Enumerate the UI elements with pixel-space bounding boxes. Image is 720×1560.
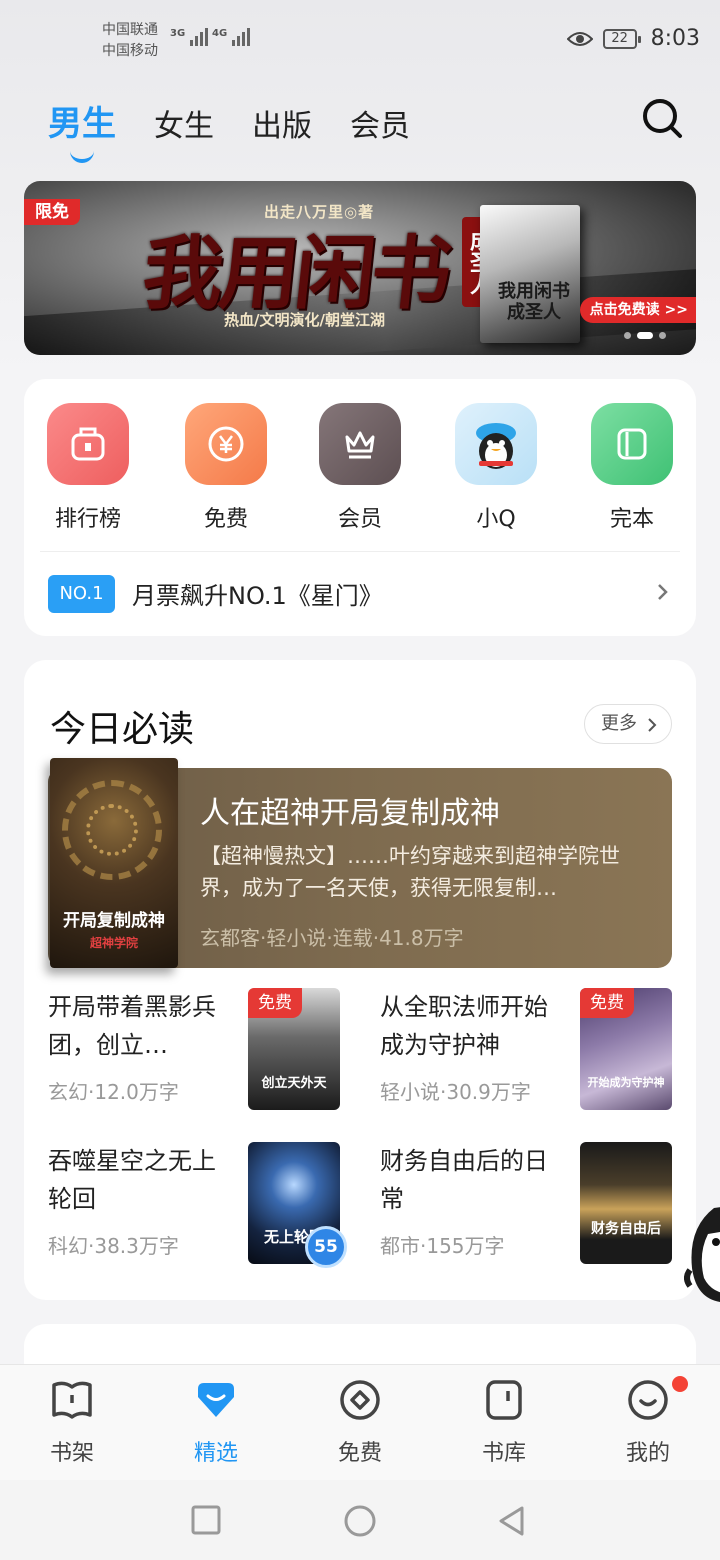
tab-female[interactable]: 女生 bbox=[154, 101, 214, 145]
nav-free[interactable]: 免费 bbox=[310, 1379, 410, 1467]
yen-coin-icon bbox=[185, 403, 267, 485]
banner-book-title: 我用闲书成圣人 bbox=[498, 281, 570, 323]
book-meta: 都市·155万字 bbox=[380, 1234, 505, 1258]
tab-vip[interactable]: 会员 bbox=[350, 101, 410, 145]
banner-title: 我用闲书 bbox=[138, 226, 453, 320]
free-badge: 免费 bbox=[248, 988, 302, 1018]
floating-penguin-icon[interactable] bbox=[684, 1198, 720, 1308]
featured-book-cover[interactable]: 开局复制成神 超神学院 bbox=[50, 758, 178, 968]
limited-free-tag: 限免 bbox=[24, 199, 80, 225]
ranking-notice[interactable]: NO.1 月票飙升NO.1《星门》 bbox=[40, 551, 680, 636]
book-icon bbox=[591, 403, 673, 485]
signal-2-icon: 4G bbox=[212, 28, 251, 46]
home-icon[interactable] bbox=[343, 1504, 377, 1538]
no1-badge: NO.1 bbox=[48, 575, 115, 613]
book-item[interactable]: 吞噬星空之无上轮回 科幻·38.3万字 无上轮回 bbox=[48, 1142, 348, 1266]
bookshelf-icon bbox=[52, 1381, 92, 1419]
book-title: 从全职法师开始成为守护神 bbox=[380, 993, 548, 1059]
entry-complete[interactable]: 完本 bbox=[582, 403, 682, 533]
tab-male[interactable]: 男生 bbox=[48, 96, 116, 163]
carousel-dots bbox=[624, 332, 666, 339]
battery-icon: 22 bbox=[602, 28, 641, 49]
recent-apps-icon[interactable] bbox=[190, 1504, 222, 1536]
chevron-right-icon bbox=[658, 584, 668, 600]
eye-comfort-icon bbox=[566, 31, 593, 46]
book-meta: 玄幻·12.0万字 bbox=[48, 1080, 179, 1104]
nav-featured[interactable]: 精选 bbox=[166, 1379, 266, 1467]
banner-author: 出走八万里◎著 bbox=[264, 203, 375, 221]
book-item[interactable]: 财务自由后的日常 都市·155万字 财务自由后 bbox=[380, 1142, 680, 1266]
free-badge: 免费 bbox=[580, 988, 634, 1018]
signal-1-icon: 3G bbox=[170, 28, 209, 46]
section-title: 今日必读 bbox=[50, 709, 195, 750]
book-title: 财务自由后的日常 bbox=[380, 1147, 548, 1213]
bottom-navigation: 书架 精选 免费 书库 我的 bbox=[0, 1364, 720, 1480]
nav-bookshelf[interactable]: 书架 bbox=[22, 1379, 122, 1467]
carrier-2: 中国移动 bbox=[102, 43, 158, 59]
discount-badge: 55 bbox=[305, 1226, 347, 1268]
read-free-button[interactable]: 点击免费读 >> bbox=[579, 297, 696, 323]
more-button[interactable]: 更多 bbox=[584, 704, 672, 744]
crown-icon bbox=[319, 403, 401, 485]
quick-entry-card: 排行榜 免费 会员 小Q 完本 NO.1 月票飙升NO.1《星门》 bbox=[24, 379, 696, 636]
carrier-1: 中国联通 bbox=[102, 22, 158, 38]
entry-free[interactable]: 免费 bbox=[176, 403, 276, 533]
library-icon bbox=[486, 1380, 522, 1420]
penguin-icon bbox=[455, 403, 537, 485]
chevron-right-icon bbox=[648, 718, 657, 732]
network-type-1: 3G bbox=[170, 28, 186, 39]
featured-book-title: 人在超神开局复制成神 bbox=[200, 796, 500, 831]
entry-ranking[interactable]: 排行榜 bbox=[38, 403, 138, 533]
nav-profile[interactable]: 我的 bbox=[598, 1379, 698, 1467]
entry-vip[interactable]: 会员 bbox=[310, 403, 410, 533]
free-target-icon bbox=[340, 1380, 380, 1420]
nav-library[interactable]: 书库 bbox=[454, 1379, 554, 1467]
promo-banner[interactable]: 限免 我用闲书 出走八万里◎著 成圣人 热血/文明演化/朝堂江湖 我用闲书成圣人… bbox=[24, 181, 696, 355]
status-bar: 中国联通 中国移动 3G 4G 22 8:03 bbox=[0, 0, 720, 80]
banner-genres: 热血/文明演化/朝堂江湖 bbox=[224, 311, 385, 329]
today-must-read-card: 今日必读 更多 人在超神开局复制成神 【超神慢热文】……叶约穿越来到超神学院世界… bbox=[24, 660, 696, 1300]
book-item[interactable]: 从全职法师开始成为守护神 轻小说·30.9万字 开始成为守护神 免费 bbox=[380, 988, 680, 1112]
book-title: 开局带着黑影兵团，创立… bbox=[48, 993, 216, 1059]
book-item[interactable]: 开局带着黑影兵团，创立… 玄幻·12.0万字 创立天外天 免费 bbox=[48, 988, 348, 1112]
notification-dot bbox=[672, 1376, 688, 1392]
tab-publish[interactable]: 出版 bbox=[252, 101, 312, 145]
featured-book-desc: 【超神慢热文】……叶约穿越来到超神学院世界，成为了一名天使，获得无限复制… bbox=[200, 844, 620, 900]
network-type-2: 4G bbox=[212, 28, 228, 39]
book-cover: 财务自由后 bbox=[580, 1142, 672, 1264]
book-meta: 科幻·38.3万字 bbox=[48, 1234, 179, 1258]
search-icon[interactable] bbox=[640, 96, 684, 140]
system-navigation-bar bbox=[0, 1480, 720, 1560]
entry-xiaoq[interactable]: 小Q bbox=[446, 403, 546, 533]
carrier-names: 中国联通 中国移动 bbox=[102, 20, 158, 62]
back-icon[interactable] bbox=[496, 1504, 528, 1538]
diamond-icon bbox=[198, 1383, 234, 1417]
smiley-icon bbox=[628, 1380, 668, 1420]
featured-book-meta: 玄都客·轻小说·连载·41.8万字 bbox=[200, 926, 464, 950]
clock: 8:03 bbox=[650, 26, 700, 51]
channel-tabs: 男生 女生 出版 会员 bbox=[48, 96, 410, 163]
book-meta: 轻小说·30.9万字 bbox=[380, 1080, 531, 1104]
book-title: 吞噬星空之无上轮回 bbox=[48, 1147, 216, 1213]
notice-text: 月票飙升NO.1《星门》 bbox=[132, 582, 383, 610]
trophy-icon bbox=[47, 403, 129, 485]
